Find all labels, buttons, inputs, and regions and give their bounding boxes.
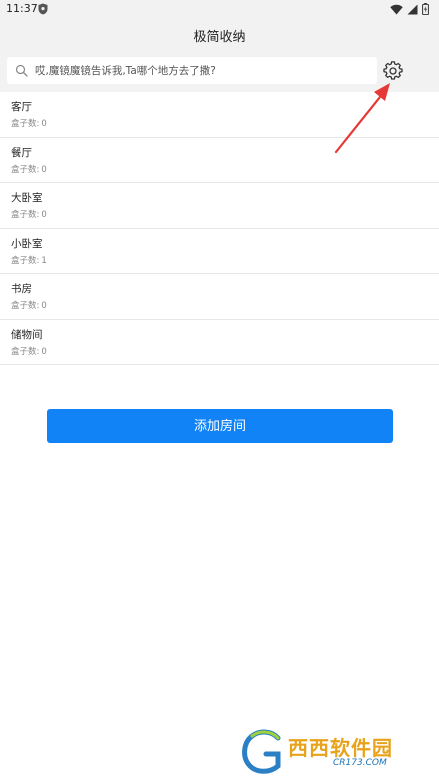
box-count-label: 盒子数: bbox=[11, 301, 40, 311]
shield-icon bbox=[38, 3, 48, 15]
list-item[interactable]: 大卧室 盒子数: 0 bbox=[0, 183, 439, 229]
room-name: 餐厅 bbox=[11, 146, 32, 159]
watermark: 西西软件园 CR173.COM bbox=[238, 728, 434, 774]
list-item[interactable]: 客厅 盒子数: 0 bbox=[0, 92, 439, 138]
box-count-label: 盒子数: bbox=[11, 255, 40, 266]
room-name: 客厅 bbox=[11, 101, 32, 113]
room-name: 书房 bbox=[11, 283, 32, 295]
box-count: 盒子数: 0 bbox=[11, 163, 47, 175]
status-time: 11:37 bbox=[6, 2, 38, 15]
list-item[interactable]: 书房 盒子数: 0 bbox=[0, 274, 439, 320]
search-row bbox=[0, 50, 439, 92]
box-count-label: 盒子数: bbox=[11, 346, 40, 357]
box-count: 盒子数: 0 bbox=[11, 117, 47, 129]
list-item[interactable]: 餐厅 盒子数: 0 bbox=[0, 138, 439, 183]
box-count-value: 0 bbox=[41, 210, 47, 220]
box-count-value: 0 bbox=[41, 301, 47, 311]
add-room-button[interactable]: 添加房间 bbox=[47, 409, 393, 443]
search-box[interactable] bbox=[7, 57, 377, 84]
room-list: 客厅 盒子数: 0 餐厅 盒子数: 0 大卧室 盒子数: 0 小卧室 盒子数: 1 书房… bbox=[0, 92, 439, 365]
list-item[interactable]: 储物间 盒子数: 0 bbox=[0, 320, 439, 365]
box-count: 盒子数: 0 bbox=[11, 345, 47, 357]
room-name: 小卧室 bbox=[11, 237, 43, 250]
box-count-label: 盒子数: bbox=[11, 164, 40, 175]
status-bar: 11:37 bbox=[0, 0, 439, 18]
status-icons bbox=[390, 3, 429, 15]
watermark-logo bbox=[242, 729, 281, 774]
box-count-value: 1 bbox=[41, 255, 47, 266]
box-count-label: 盒子数: bbox=[11, 210, 40, 220]
list-item[interactable]: 小卧室 盒子数: 1 bbox=[0, 229, 439, 274]
watermark-text: 西西软件园 bbox=[288, 736, 393, 760]
room-name: 储物间 bbox=[11, 328, 43, 341]
page-title: 极简收纳 bbox=[193, 30, 246, 45]
box-count: 盒子数: 0 bbox=[11, 208, 47, 220]
room-name: 大卧室 bbox=[11, 192, 43, 204]
box-count-value: 0 bbox=[41, 164, 47, 175]
box-count-value: 0 bbox=[41, 346, 47, 357]
wifi-icon bbox=[390, 4, 403, 14]
gear-icon[interactable] bbox=[383, 61, 403, 81]
signal-icon bbox=[407, 4, 418, 14]
box-count: 盒子数: 0 bbox=[11, 299, 47, 311]
box-count: 盒子数: 1 bbox=[11, 254, 47, 266]
watermark-sub: CR173.COM bbox=[333, 758, 387, 768]
box-count-label: 盒子数: bbox=[11, 119, 40, 129]
search-icon bbox=[15, 64, 28, 77]
box-count-value: 0 bbox=[41, 119, 47, 129]
search-input[interactable] bbox=[35, 60, 370, 81]
app-header: 极简收纳 bbox=[0, 18, 439, 50]
battery-icon bbox=[422, 3, 429, 15]
